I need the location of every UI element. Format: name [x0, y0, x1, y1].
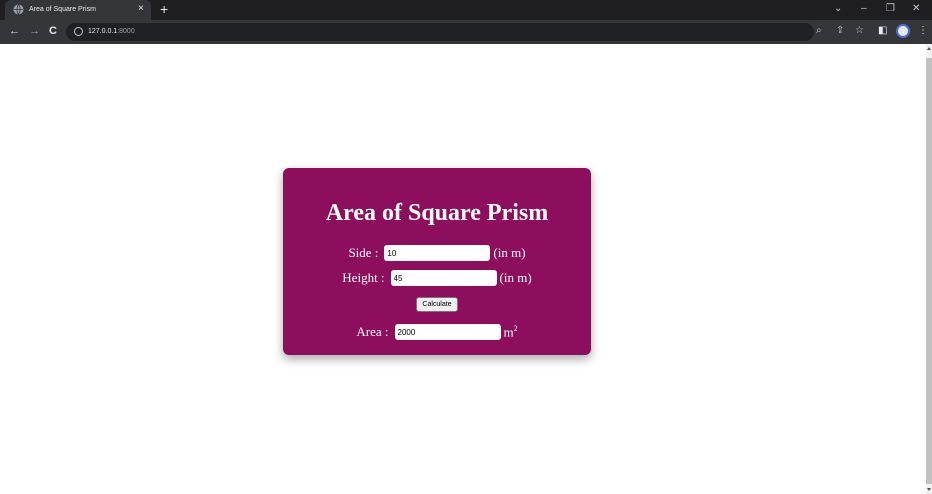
menu-icon[interactable]: ⋮ [918, 25, 928, 37]
url-text: 127.0.0.1:8000 [88, 27, 135, 37]
profile-avatar[interactable] [896, 24, 910, 38]
scrollbar-thumb[interactable] [926, 58, 932, 484]
height-input[interactable] [390, 270, 497, 286]
area-unit-base: m [503, 324, 514, 340]
back-icon[interactable]: ← [9, 24, 20, 38]
address-bar[interactable]: 127.0.0.1:8000 [66, 23, 814, 41]
height-row: Height : (in m) [283, 269, 591, 287]
tab-close-icon[interactable]: × [138, 3, 144, 15]
bookmark-star-icon[interactable]: ☆ [855, 25, 864, 37]
side-unit: (in m) [493, 245, 526, 260]
browser-titlebar: Area of Square Prism × + ⌄ – ❐ ✕ [0, 0, 932, 20]
share-icon[interactable]: ⇪ [836, 25, 844, 37]
reload-icon[interactable]: C [49, 24, 57, 38]
site-info-icon[interactable] [74, 27, 83, 36]
scroll-down-arrow-icon[interactable] [927, 488, 931, 491]
url-host: 127.0.0.1 [88, 28, 118, 35]
calculator-card: Area of Square Prism Side : (in m) Heigh… [283, 168, 591, 355]
area-unit: m2 [504, 324, 518, 340]
page-title: Area of Square Prism [325, 200, 549, 226]
page-viewport: Area of Square Prism Side : (in m) Heigh… [0, 44, 926, 494]
forward-icon[interactable]: → [29, 24, 40, 38]
page-scrollbar[interactable] [926, 44, 932, 494]
browser-tab[interactable]: Area of Square Prism × [5, 0, 151, 20]
calculate-button[interactable]: Calculate [416, 297, 458, 312]
close-window-icon[interactable]: ✕ [912, 2, 920, 16]
scroll-up-arrow-icon[interactable] [927, 47, 931, 50]
url-port: :8000 [117, 28, 135, 35]
side-label: Side : [348, 245, 379, 260]
tab-search-chevron-icon[interactable]: ⌄ [834, 2, 842, 16]
side-input[interactable] [384, 245, 491, 261]
new-tab-button[interactable]: + [160, 1, 168, 17]
height-label: Height : [342, 270, 385, 285]
area-unit-exponent: 2 [513, 323, 518, 333]
tab-title: Area of Square Prism [29, 6, 96, 13]
side-row: Side : (in m) [283, 244, 591, 262]
area-output[interactable] [394, 324, 501, 340]
minimize-icon[interactable]: – [861, 2, 867, 16]
globe-icon [13, 4, 24, 15]
browser-toolbar: ← → C 127.0.0.1:8000 ⌕ ⇪ ☆ ◧ ⋮ [0, 20, 932, 44]
area-row: Area : m2 [283, 323, 591, 341]
area-label: Area : [356, 324, 389, 339]
height-unit: (in m) [499, 270, 532, 285]
restore-icon[interactable]: ❐ [886, 2, 895, 16]
zoom-icon[interactable]: ⌕ [816, 25, 822, 37]
side-panel-icon[interactable]: ◧ [878, 25, 887, 37]
